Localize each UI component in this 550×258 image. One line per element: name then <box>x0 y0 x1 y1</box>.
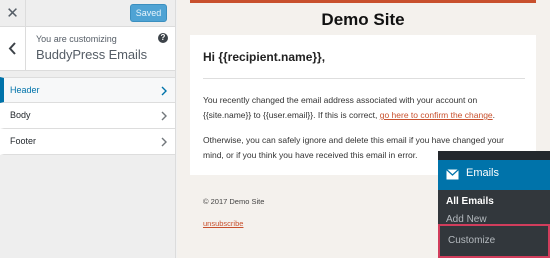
chevron-left-icon <box>8 42 16 55</box>
section-label: Footer <box>10 136 37 146</box>
customizing-subtitle: You are customizing <box>36 34 117 44</box>
section-footer[interactable]: Footer <box>0 129 175 155</box>
admin-menu-flyout: Emails All Emails Add New Customize <box>438 151 550 258</box>
paragraph-text: . <box>492 110 496 120</box>
section-list: Header Body Footer <box>0 77 175 155</box>
paragraph-text: {{site.name}} to {{user.email}}. If this… <box>203 110 380 120</box>
section-label: Body <box>10 110 31 120</box>
submenu: All Emails Add New Customize <box>438 190 550 258</box>
section-label: Header <box>10 85 40 95</box>
paragraph-text: You recently changed the email address a… <box>203 95 478 105</box>
paragraph-text: mind, or if you think you have received … <box>203 150 418 160</box>
back-button[interactable] <box>0 27 26 70</box>
paragraph-text: Otherwise, you can safely ignore and del… <box>203 135 504 145</box>
envelope-icon <box>446 169 459 180</box>
close-icon: ✕ <box>6 4 19 22</box>
customizer-info-panel: You are customizing BuddyPress Emails ? <box>0 27 175 71</box>
greeting-divider <box>203 78 525 79</box>
submenu-label: Customize <box>448 235 496 246</box>
section-body[interactable]: Body <box>0 103 175 129</box>
submenu-all-emails[interactable]: All Emails <box>446 196 494 207</box>
customizing-title: BuddyPress Emails <box>36 47 148 62</box>
footer-copyright: © 2017 Demo Site <box>203 197 265 206</box>
header-accent-bar <box>190 0 536 3</box>
email-paragraph-1: You recently changed the email address a… <box>203 93 528 123</box>
unsubscribe-link[interactable]: unsubscribe <box>203 219 243 228</box>
saved-button-label: Saved <box>135 8 162 18</box>
chevron-right-icon <box>161 137 167 147</box>
email-greeting: Hi {{recipient.name}}, <box>203 50 326 64</box>
chevron-right-icon <box>161 86 167 96</box>
chevron-right-icon <box>161 111 167 121</box>
menu-item-label: Emails <box>466 167 500 179</box>
site-title: Demo Site <box>321 10 405 29</box>
menu-item-emails[interactable]: Emails <box>438 160 550 190</box>
help-icon[interactable]: ? <box>158 33 168 43</box>
submenu-customize[interactable]: Customize <box>438 224 550 258</box>
confirm-change-link[interactable]: go here to confirm the change <box>380 110 493 120</box>
close-customizer-button[interactable]: ✕ <box>0 0 26 26</box>
saved-button[interactable]: Saved <box>130 4 167 22</box>
section-header[interactable]: Header <box>0 77 175 103</box>
customizer-header: ✕ Saved <box>0 0 175 27</box>
customizer-sidebar: ✕ Saved You are customizing BuddyPress E… <box>0 0 176 258</box>
